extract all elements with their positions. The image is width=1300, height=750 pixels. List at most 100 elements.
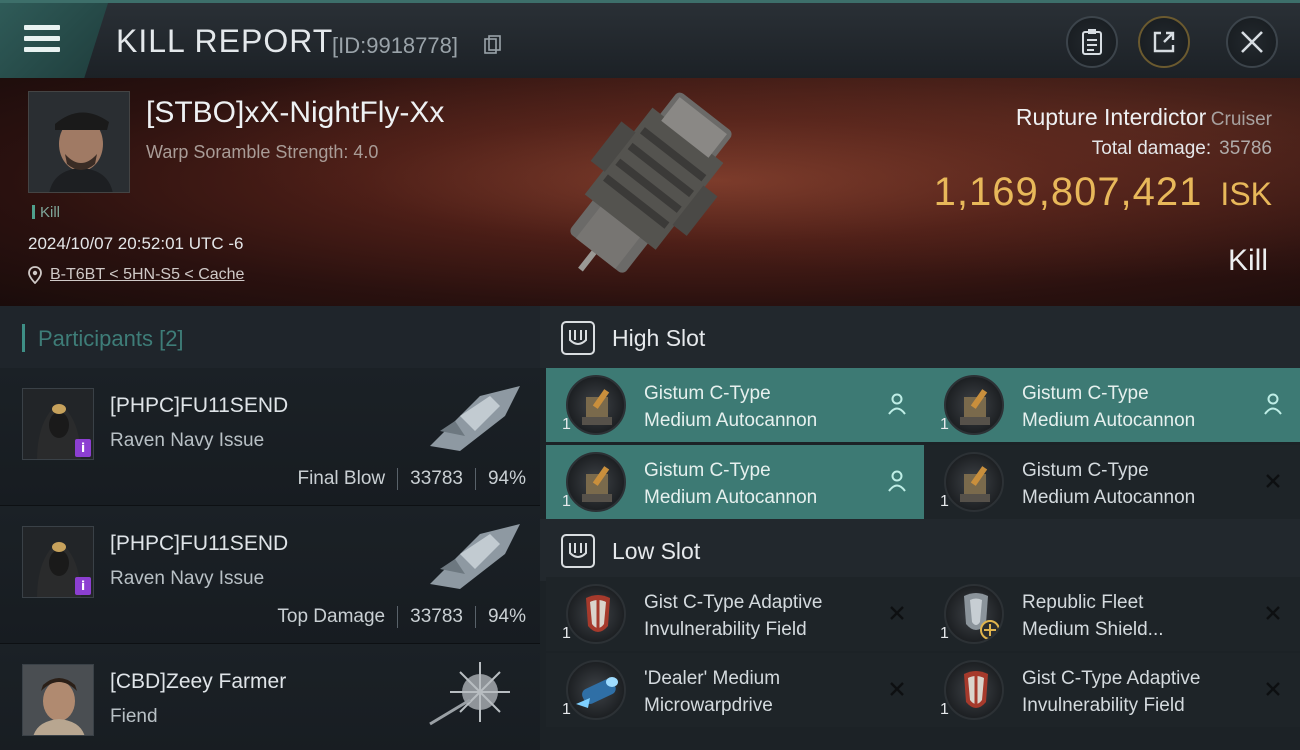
autocannon-icon: [944, 375, 1004, 435]
high-slot-icon: [561, 321, 595, 355]
module-name-line1: Gist C-Type Adaptive: [1022, 668, 1201, 689]
module-slot[interactable]: 1 Gist C-Type Adaptive Invulnerability F…: [546, 577, 924, 651]
module-name: Gistum C-Type Medium Autocannon: [644, 457, 817, 511]
participant-portrait[interactable]: i: [22, 388, 94, 460]
participant-role: Final Blow: [297, 468, 386, 489]
victim-ship-type[interactable]: Rupture Interdictor Cruiser: [1016, 104, 1272, 131]
module-name-line1: Gistum C-Type: [644, 460, 771, 481]
victim-portrait[interactable]: [28, 91, 130, 193]
module-quantity: 1: [940, 416, 949, 433]
participant-ship-icon: [429, 662, 510, 726]
location-link[interactable]: B-T6BT < 5HN-S5 < Cache: [28, 266, 244, 284]
person-icon: [886, 469, 908, 493]
module-quantity: 1: [562, 416, 571, 433]
module-name: Republic Fleet Medium Shield...: [1022, 589, 1164, 643]
microwarpdrive-icon: [566, 660, 626, 720]
location-pin-icon: [28, 266, 42, 284]
stat-divider: [474, 468, 476, 490]
participant-percent: 94%: [487, 606, 526, 627]
module-slot[interactable]: 1 Republic Fleet Medium Shield...: [924, 577, 1300, 651]
module-name-line1: Gist C-Type Adaptive: [644, 592, 823, 613]
shield-hardener-icon: [944, 660, 1004, 720]
module-name: Gist C-Type Adaptive Invulnerability Fie…: [1022, 665, 1200, 719]
high-slot-label: High Slot: [612, 325, 706, 351]
module-slot[interactable]: 1 Gistum C-Type Medium Autocannon: [546, 445, 924, 519]
location-text: B-T6BT < 5HN-S5 < Cache: [50, 266, 245, 283]
participant-name[interactable]: [CBD]Zeey Farmer: [110, 670, 286, 694]
corp-badge-icon: i: [75, 577, 91, 595]
total-damage-value: 35786: [1219, 138, 1272, 159]
low-slot-icon: [561, 534, 595, 568]
participants-title: Participants: [38, 326, 153, 351]
share-button[interactable]: [1138, 16, 1190, 68]
low-slot-header: Low Slot: [540, 519, 1300, 581]
shield-hardener-icon: [566, 584, 626, 644]
person-icon: [886, 392, 908, 416]
participants-panel: Participants [2] i [PHPC]FU11SEND Raven …: [0, 306, 540, 750]
module-name-line1: Gistum C-Type: [644, 383, 771, 404]
module-slot[interactable]: 1 Gistum C-Type Medium Autocannon: [924, 445, 1300, 519]
module-name-line2: Invulnerability Field: [644, 619, 807, 640]
module-name: 'Dealer' Medium Microwarpdrive: [644, 665, 780, 719]
isk-unit: ISK: [1220, 176, 1272, 212]
module-name: Gistum C-Type Medium Autocannon: [644, 380, 817, 434]
module-name-line2: Medium Shield...: [1022, 619, 1164, 640]
kill-id: [ID:9918778]: [332, 33, 458, 58]
total-damage: Total damage: 35786: [1092, 138, 1272, 160]
module-slot[interactable]: 1 Gistum C-Type Medium Autocannon: [924, 368, 1300, 442]
close-icon: [1241, 31, 1263, 53]
participant-row[interactable]: [CBD]Zeey Farmer Fiend: [0, 644, 540, 750]
module-name-line2: Medium Autocannon: [644, 410, 818, 431]
module-quantity: 1: [940, 701, 949, 718]
victim-ship-render[interactable]: [540, 84, 760, 299]
header-accent-bar: [22, 324, 25, 352]
module-quantity: 1: [940, 625, 949, 642]
module-slot[interactable]: 1 Gist C-Type Adaptive Invulnerability F…: [924, 653, 1300, 727]
participant-row[interactable]: i [PHPC]FU11SEND Raven Navy Issue Top Da…: [0, 506, 540, 644]
participant-ship-icon: [430, 386, 520, 451]
participants-header: Participants [2]: [0, 306, 540, 368]
isk-amount: 1,169,807,421: [933, 170, 1203, 214]
ship-class: Cruiser: [1210, 109, 1272, 130]
kill-date: 2024/10/07 20:52:01 UTC -6: [28, 234, 244, 253]
participant-row[interactable]: i [PHPC]FU11SEND Raven Navy Issue Final …: [0, 368, 540, 506]
high-slot-header: High Slot: [540, 306, 1300, 368]
module-quantity: 1: [562, 625, 571, 642]
participant-stats: Top Damage 33783 94%: [277, 606, 526, 628]
module-name-line1: Gistum C-Type: [1022, 460, 1149, 481]
module-name-line2: Medium Autocannon: [644, 487, 818, 508]
ship-name: Rupture Interdictor: [1015, 104, 1207, 130]
copy-icon[interactable]: [484, 35, 502, 55]
shield-extender-icon: [944, 584, 1004, 644]
victim-name[interactable]: [STBO]xX-NightFly-Xx: [146, 96, 444, 130]
participant-stats: Final Blow 33783 94%: [297, 468, 526, 490]
menu-icon: [24, 25, 60, 53]
participants-label: Participants [2]: [38, 326, 184, 352]
total-damage-label: Total damage:: [1091, 138, 1212, 159]
close-button[interactable]: [1226, 16, 1278, 68]
warp-scramble-strength: Warp Soramble Strength: 4.0: [146, 142, 379, 162]
module-name-line2: Invulnerability Field: [1022, 695, 1185, 716]
clipboard-button[interactable]: [1066, 16, 1118, 68]
participant-portrait[interactable]: [22, 664, 94, 736]
victim-panel: [STBO]xX-NightFly-Xx Warp Soramble Stren…: [0, 78, 1300, 306]
corp-badge-icon: i: [75, 439, 91, 457]
menu-button[interactable]: [0, 3, 108, 78]
participant-damage: 33783: [410, 468, 463, 489]
destroyed-x-icon: [1262, 469, 1284, 493]
module-name: Gist C-Type Adaptive Invulnerability Fie…: [644, 589, 822, 643]
module-name-line1: Republic Fleet: [1022, 592, 1144, 613]
participant-role: Top Damage: [277, 606, 386, 627]
module-name-line1: 'Dealer' Medium: [644, 668, 781, 689]
participant-portrait[interactable]: i: [22, 526, 94, 598]
destroyed-x-icon: [1262, 601, 1284, 625]
autocannon-icon: [566, 452, 626, 512]
participant-ship: Fiend: [110, 706, 158, 727]
module-slot[interactable]: 1 'Dealer' Medium Microwarpdrive: [546, 653, 924, 727]
participant-damage: 33783: [410, 606, 463, 627]
destroyed-x-icon: [886, 677, 908, 701]
module-slot[interactable]: 1 Gistum C-Type Medium Autocannon: [546, 368, 924, 442]
participant-name[interactable]: [PHPC]FU11SEND: [110, 394, 288, 418]
participant-name[interactable]: [PHPC]FU11SEND: [110, 532, 288, 556]
participants-count: [2]: [159, 326, 184, 351]
